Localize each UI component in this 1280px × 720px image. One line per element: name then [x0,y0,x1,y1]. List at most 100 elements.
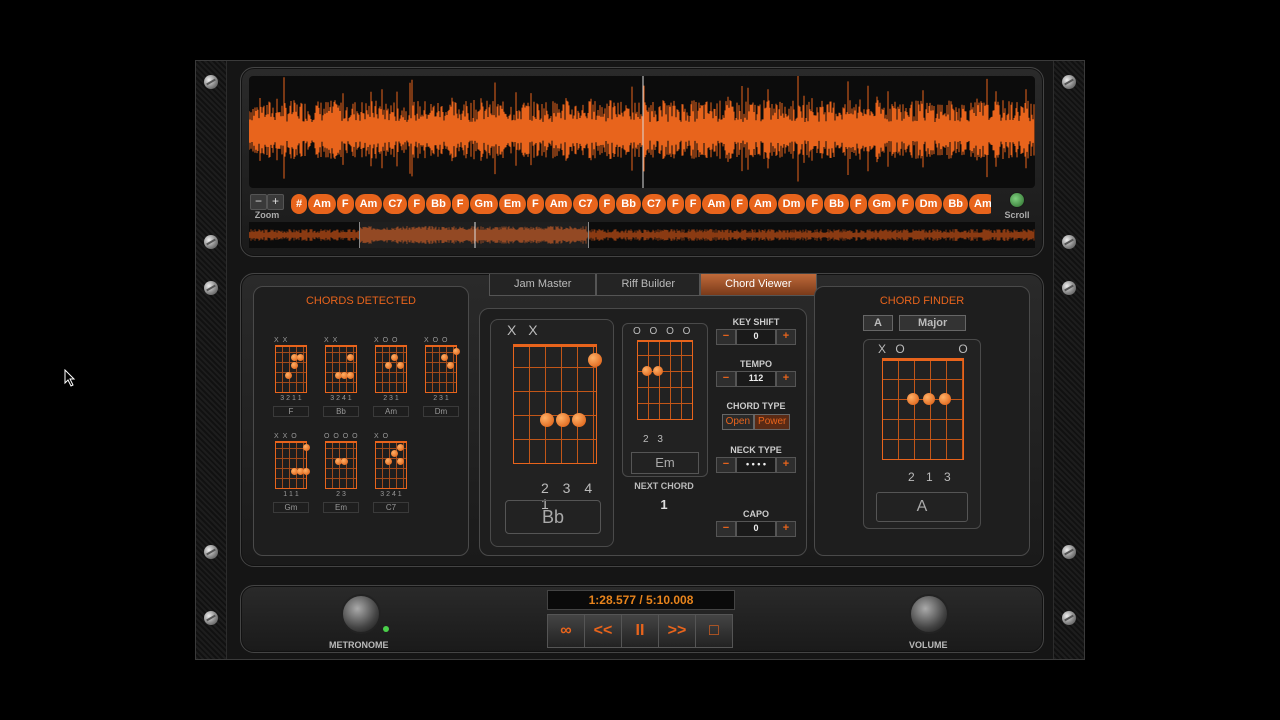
screw-icon [204,611,218,625]
tempo-decrement-button[interactable]: − [716,371,736,387]
tab-chord-viewer[interactable]: Chord Viewer [700,274,817,296]
chord-chip[interactable]: Am [748,194,777,214]
chord-chip[interactable]: C7 [383,194,408,214]
screw-icon [1062,75,1076,89]
chord-chip[interactable]: Bb [824,194,849,214]
waveform-overview[interactable] [248,222,1035,248]
rewind-button[interactable]: << [585,615,622,647]
chord-chip[interactable]: F [896,194,914,214]
chord-chip[interactable]: Dm [914,194,943,214]
chord-finder-root-select[interactable]: A [863,315,893,331]
chord-finder-quality-select[interactable]: Major [898,315,967,331]
chord-name: Dm [423,406,459,417]
next-chord-diagram: O O O O 2 3 Em [622,323,708,477]
finger-dot [391,450,398,457]
key-shift-increment-button[interactable]: + [776,329,796,345]
tab-riff-builder[interactable]: Riff Builder [596,274,701,296]
chord-chip[interactable]: Dm [777,194,806,214]
chord-chip[interactable]: Gm [469,194,498,214]
stop-button[interactable]: □ [696,615,732,647]
pause-button[interactable]: II [622,615,659,647]
detected-chord[interactable]: X O O 2 3 1 Am [368,337,414,417]
fingering: 2 3 1 [383,395,399,402]
finger-dot [285,372,292,379]
chord-chip[interactable]: C7 [641,194,666,214]
metronome-knob[interactable] [341,594,381,634]
chord-timeline[interactable]: # Am F Am C7 F Bb F Gm Em F Am C7 F Bb C7 F F Am F Am Dm F Bb F G… [291,194,991,216]
chord-chip[interactable]: F [667,194,684,214]
chord-name: Gm [273,502,309,513]
chord-chip[interactable]: F [849,194,867,214]
tempo-increment-button[interactable]: + [776,371,796,387]
chord-chip[interactable]: F [336,194,354,214]
detected-chord[interactable]: X O 3 2 4 1 C7 [368,433,414,513]
chord-chip[interactable]: F [598,194,616,214]
fast-forward-button[interactable]: >> [659,615,696,647]
loop-button[interactable]: ∞ [548,615,585,647]
chord-chip[interactable]: F [527,194,544,214]
chord-chip[interactable]: F [451,194,469,214]
chord-chip[interactable]: F [806,194,824,214]
detected-chord[interactable]: X X 3 2 4 1 Bb [318,337,364,417]
zoom-label: Zoom [254,210,280,220]
capo-increment-button[interactable]: + [776,521,796,537]
capo-decrement-button[interactable]: − [716,521,736,537]
chord-chip[interactable]: F [408,194,426,214]
mini-fretboard [275,345,307,393]
chord-type-open-button[interactable]: Open [721,414,755,430]
waveform-display[interactable] [248,73,1035,188]
overview-selection[interactable] [359,222,589,248]
detected-chord[interactable]: X X 3 2 1 1 F [268,337,314,417]
neck-type-decrement-button[interactable]: − [716,457,736,473]
metronome-led-icon [383,626,389,632]
finger-dot [556,413,570,427]
next-chord-fretboard [637,340,693,420]
chord-chip[interactable]: Am [308,194,336,214]
string-marks: X X [274,337,289,344]
mini-fretboard [325,345,357,393]
chord-chip[interactable]: Bb [616,194,641,214]
app-window: − + Zoom # Am F Am C7 F Bb F Gm Em F Am C7 F Bb C7 F F Am F A… [195,60,1085,660]
tempo-label: TEMPO [739,359,772,369]
chord-chip[interactable]: Am [354,194,383,214]
chord-chip[interactable]: Gm [867,194,896,214]
volume-knob[interactable] [909,594,949,634]
scroll-toggle-button[interactable] [1009,192,1025,208]
neck-type-label: NECK TYPE [730,445,782,455]
chord-chip[interactable]: # [291,194,308,214]
finger-dot [642,366,652,376]
next-chord-number: 1 [660,497,668,512]
capo-value: 0 [736,521,776,537]
chord-finder-chord-name: A [876,492,968,522]
chord-chip[interactable]: Am [544,194,573,214]
key-shift-decrement-button[interactable]: − [716,329,736,345]
finger-dot [385,362,392,369]
tempo-control: TEMPO − 112 + [716,359,796,387]
zoom-out-button[interactable]: − [250,194,267,210]
chord-chip[interactable]: Em [498,194,526,214]
chord-finder-diagram: X O O 2 1 3 A [863,339,981,529]
chord-type-power-button[interactable]: Power [754,414,791,430]
string-marks: X O O [374,337,399,344]
chord-chip[interactable]: F [731,194,748,214]
string-marks: O O O O [324,433,359,440]
mini-fretboard [325,441,357,489]
finger-dot [297,354,304,361]
zoom-in-button[interactable]: + [267,194,284,210]
chord-chip[interactable]: F [684,194,702,214]
chord-chip[interactable]: Am [969,194,991,214]
detected-chord[interactable]: O O O O 2 3 Em [318,433,364,513]
chord-chip[interactable]: Bb [426,194,451,214]
chord-chip[interactable]: C7 [573,194,598,214]
tab-jam-master[interactable]: Jam Master [489,274,597,296]
mini-fretboard [375,345,407,393]
chord-chip[interactable]: Am [702,194,731,214]
current-chord-name: Bb [505,500,601,534]
chord-chip[interactable]: Bb [943,194,969,214]
detected-chord[interactable]: X X O 1 1 1 Gm [268,433,314,513]
detected-chord[interactable]: X O O 2 3 1 Dm [418,337,464,417]
neck-type-increment-button[interactable]: + [776,457,796,473]
mini-fretboard [275,441,310,489]
string-marks: X X O [274,433,298,440]
metronome-label: METRONOME [329,640,389,650]
